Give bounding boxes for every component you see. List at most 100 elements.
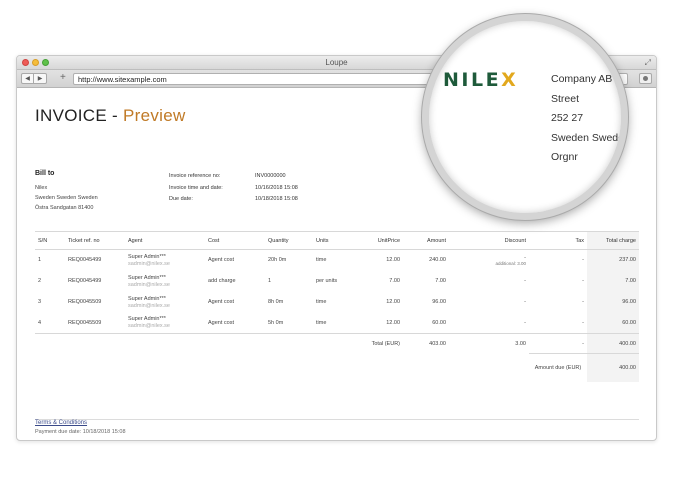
total-tax: -	[529, 333, 587, 354]
agent-email: sadmin@nilex.se	[128, 323, 170, 330]
nav-buttons: ◀ ▶	[21, 73, 47, 84]
total-amount: 403.00	[403, 333, 449, 354]
discount-value: -	[524, 254, 526, 261]
cell-agent: Super Admin*** sadmin@nilex.se	[125, 313, 205, 334]
payment-due-note: Payment due date: 10/18/2018 15:08	[35, 429, 126, 435]
company-line: Orgnr	[551, 151, 578, 163]
magnifier-loupe: NILEX Company AB Street 252 27 Sweden Sw…	[422, 14, 628, 220]
url-text: http://www.sitexample.com	[78, 75, 167, 84]
invoice-table: S/N Ticket ref. no Agent Cost Quantity U…	[35, 231, 639, 382]
title-main: INVOICE -	[35, 106, 124, 125]
forward-button[interactable]: ▶	[34, 73, 47, 84]
cell-discount: -	[524, 278, 526, 284]
cell-ticket: REQ0045499	[68, 278, 102, 284]
cell-tax: -	[582, 257, 584, 264]
cell-agent: Super Admin*** sadmin@nilex.se	[125, 292, 205, 313]
amount-due-value: 400.00	[587, 353, 639, 382]
title-preview: Preview	[123, 106, 186, 125]
agent-email: sadmin@nilex.se	[128, 281, 170, 288]
bill-to-heading: Bill to	[35, 170, 55, 177]
cell-cost: Agent cost	[208, 257, 234, 264]
fullscreen-icon[interactable]: ⤢	[645, 56, 651, 70]
cell-quantity: 8h 0m	[268, 299, 284, 305]
agent-name: Super Admin***	[128, 316, 166, 323]
footer-divider	[35, 419, 639, 420]
cell-units: time	[316, 257, 327, 264]
agent-email: sadmin@nilex.se	[128, 302, 170, 309]
col-header: S/N	[35, 231, 65, 250]
download-icon[interactable]	[639, 73, 652, 84]
cell-quantity: 1	[268, 278, 272, 284]
bill-to-line: Sweden Sweden Sweden	[35, 195, 98, 201]
meta-value: INV0000000	[255, 173, 286, 179]
total-label: Total (EUR)	[353, 333, 403, 354]
company-line: Sweden Sweden	[551, 131, 628, 144]
logo-text: NILE	[443, 69, 502, 91]
amount-due-label: Amount due (EUR)	[529, 353, 587, 382]
discount-note: additional: 3.00	[495, 260, 526, 266]
zoom-icon[interactable]	[42, 59, 49, 66]
total-discount: 3.00	[449, 333, 529, 354]
cell-tax: -	[582, 299, 584, 305]
cell-cost: add charge	[208, 278, 236, 284]
col-header: Tax	[529, 231, 587, 250]
agent-name: Super Admin***	[128, 295, 166, 302]
company-line: 252 27	[551, 112, 584, 124]
meta-row: Due date: 10/18/2018 15:08	[169, 194, 298, 206]
meta-value: 10/18/2018 15:08	[255, 196, 298, 202]
cell-amount: 96.00	[432, 299, 446, 305]
cell-unit-price: 12.00	[386, 319, 400, 326]
cell-unit-price: 12.00	[386, 257, 400, 264]
terms-link[interactable]: Terms & Conditions	[35, 420, 87, 426]
bill-to-address: Nilex Sweden Sweden Sweden Östra Sandgat…	[35, 183, 98, 213]
cell-total: 96.00	[587, 291, 639, 313]
col-header: Amount	[403, 231, 449, 250]
agent-email: sadmin@nilex.se	[128, 260, 170, 267]
bill-to-line: Nilex	[35, 185, 48, 191]
cell-cost: Agent cost	[208, 299, 234, 305]
col-header: Units	[313, 231, 353, 250]
meta-label: Invoice reference no:	[169, 173, 221, 179]
table-header-row: S/N Ticket ref. no Agent Cost Quantity U…	[35, 231, 639, 250]
cell-amount: 60.00	[432, 319, 446, 326]
cell-unit-price: 7.00	[389, 278, 400, 284]
table-row: 4 REQ0045509 Super Admin*** sadmin@nilex.…	[35, 312, 639, 334]
back-button[interactable]: ◀	[21, 73, 34, 84]
col-header: Discount	[449, 231, 529, 250]
col-header: UnitPrice	[353, 231, 403, 250]
cell-sn: 3	[38, 299, 42, 305]
col-header: Ticket ref. no	[65, 231, 125, 250]
total-charge: 400.00	[587, 333, 639, 354]
due-spacer	[35, 354, 529, 382]
table-row: 3 REQ0045509 Super Admin*** sadmin@nilex.…	[35, 291, 639, 313]
logo-accent: X	[501, 69, 519, 91]
cell-sn: 2	[38, 278, 42, 284]
cell-unit-price: 12.00	[386, 299, 400, 305]
bill-to-line: Östra Sandgatan 81400	[35, 205, 94, 211]
meta-value: 10/16/2018 15:08	[255, 184, 298, 191]
cell-discount: -	[524, 299, 526, 305]
cell-quantity: 5h 0m	[268, 319, 284, 326]
window-controls	[22, 59, 49, 66]
table-row: 2 REQ0045499 Super Admin*** sadmin@nilex.…	[35, 270, 639, 292]
cell-tax: -	[582, 319, 584, 326]
agent-name: Super Admin***	[128, 253, 166, 260]
meta-label: Invoice time and date:	[169, 184, 223, 191]
amount-due-row: Amount due (EUR) 400.00	[35, 353, 639, 382]
company-address: Company AB Street 252 27 Sweden Sweden O…	[551, 70, 628, 168]
cell-discount: -	[524, 319, 526, 326]
company-line: Company AB	[551, 73, 613, 85]
cell-sn: 4	[38, 319, 42, 326]
col-header: Total charge	[587, 231, 639, 250]
cell-ticket: REQ0045509	[68, 319, 102, 326]
cell-ticket: REQ0045499	[68, 257, 102, 264]
minimize-icon[interactable]	[32, 59, 39, 66]
meta-label: Due date:	[169, 196, 193, 202]
cell-units: per units	[316, 278, 338, 284]
cell-ticket: REQ0045509	[68, 299, 102, 305]
new-tab-icon[interactable]: +	[60, 72, 66, 84]
table-row: 1 REQ0045499 Super Admin*** sadmin@nilex.…	[35, 249, 639, 271]
close-icon[interactable]	[22, 59, 29, 66]
col-header: Quantity	[265, 231, 313, 250]
page-title: INVOICE - Preview	[35, 106, 186, 126]
